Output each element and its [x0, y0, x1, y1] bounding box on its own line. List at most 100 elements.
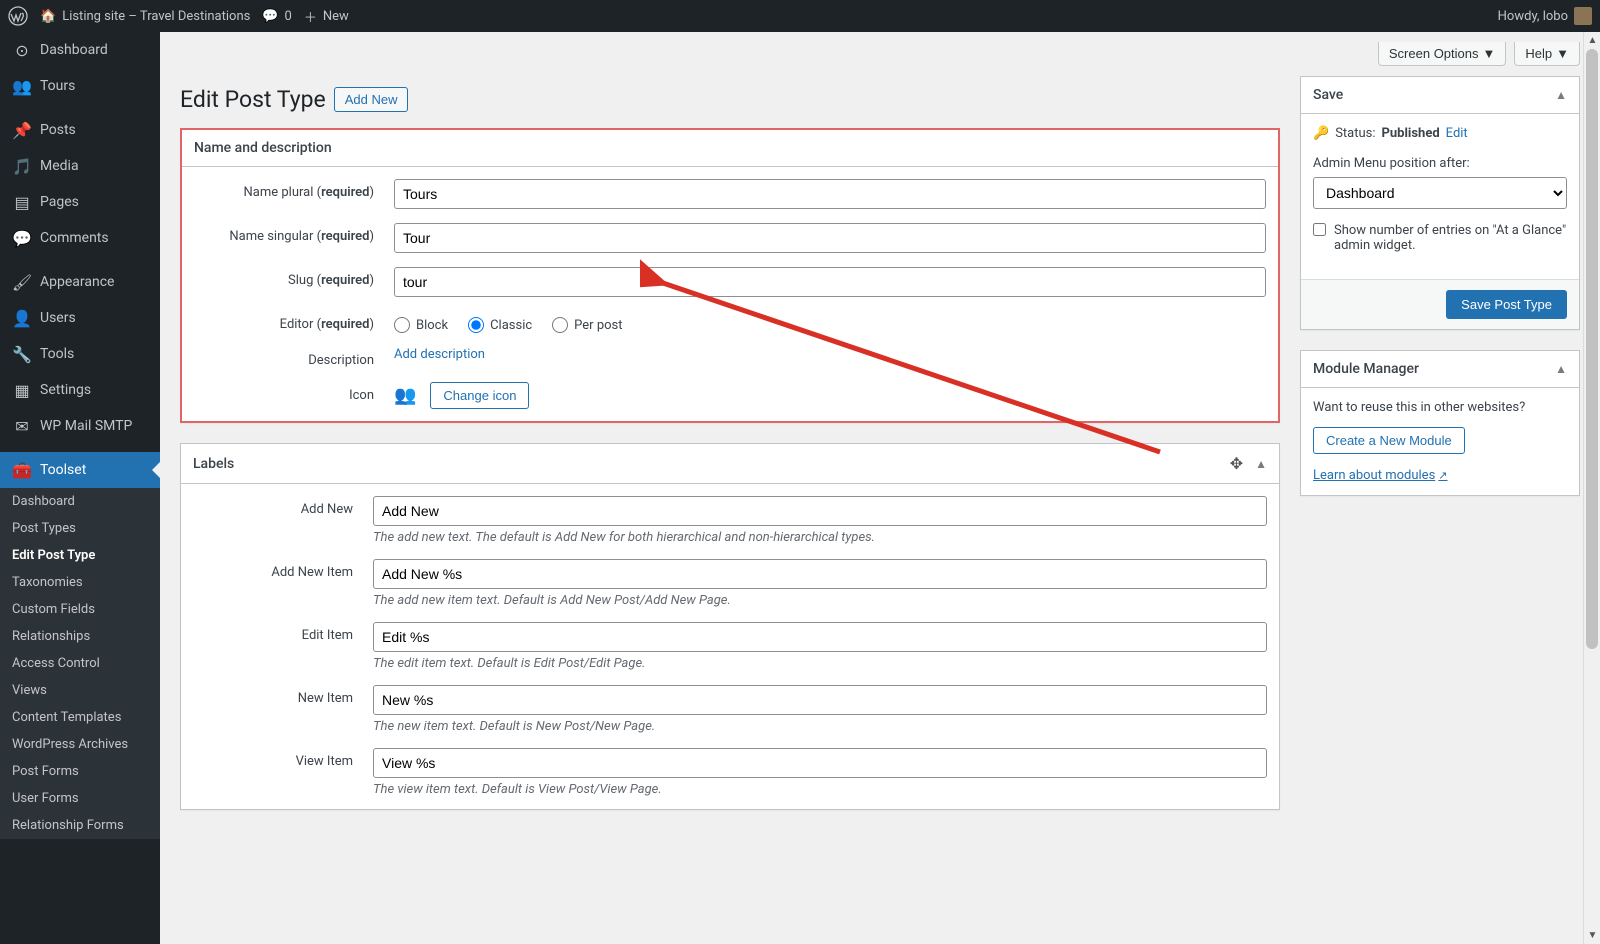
- site-name: Listing site – Travel Destinations: [62, 9, 250, 24]
- sidebar-item-media[interactable]: 🎵Media: [0, 148, 160, 184]
- collapse-toggle[interactable]: ▲: [1255, 457, 1267, 471]
- sub-post-forms[interactable]: Post Forms: [0, 758, 160, 785]
- current-icon: 👥: [394, 385, 416, 406]
- label-field-label: Edit Item: [193, 622, 373, 643]
- scrollbar-thumb[interactable]: [1586, 49, 1598, 649]
- sidebar-item-toolset[interactable]: 🧰Toolset: [0, 452, 160, 488]
- chevron-down-icon: ▼: [1556, 46, 1569, 61]
- slug-label: Slug (required): [194, 267, 394, 288]
- label-field-input[interactable]: [373, 496, 1267, 526]
- sub-relationship-forms[interactable]: Relationship Forms: [0, 812, 160, 839]
- label-row: Edit Item The edit item text. Default is…: [193, 622, 1267, 671]
- dashboard-icon: ⊙: [12, 40, 32, 60]
- label-field-input[interactable]: [373, 559, 1267, 589]
- sidebar-item-settings[interactable]: ▦Settings: [0, 372, 160, 408]
- label-field-desc: The view item text. Default is View Post…: [373, 782, 1267, 797]
- label-field-desc: The add new text. The default is Add New…: [373, 530, 1267, 545]
- comments-link[interactable]: 💬 0: [262, 9, 292, 24]
- wrench-icon: 🔧: [12, 344, 32, 364]
- scroll-up-arrow[interactable]: ▲: [1584, 32, 1600, 49]
- sub-custom-fields[interactable]: Custom Fields: [0, 596, 160, 623]
- icon-label: Icon: [194, 382, 394, 403]
- description-label: Description: [194, 347, 394, 368]
- sidebar-item-wpmail[interactable]: ✉WP Mail SMTP: [0, 408, 160, 444]
- change-icon-button[interactable]: Change icon: [430, 382, 529, 409]
- menu-position-select[interactable]: Dashboard: [1313, 177, 1567, 209]
- editor-classic-radio[interactable]: Classic: [468, 317, 532, 333]
- sub-post-types[interactable]: Post Types: [0, 515, 160, 542]
- collapse-toggle[interactable]: ▲: [1555, 88, 1567, 102]
- plus-icon: ＋: [304, 7, 317, 26]
- toolset-icon: 🧰: [12, 460, 32, 480]
- name-plural-input[interactable]: [394, 179, 1266, 209]
- sub-taxonomies[interactable]: Taxonomies: [0, 569, 160, 596]
- label-field-label: View Item: [193, 748, 373, 769]
- module-header[interactable]: Module Manager ▲: [1301, 351, 1579, 388]
- scrollbar[interactable]: ▲ ▼: [1583, 32, 1600, 944]
- admin-toolbar: 🏠 Listing site – Travel Destinations 💬 0…: [0, 0, 1600, 32]
- label-row: View Item The view item text. Default is…: [193, 748, 1267, 797]
- home-icon: 🏠: [40, 9, 56, 24]
- sidebar-item-dashboard[interactable]: ⊙Dashboard: [0, 32, 160, 68]
- media-icon: 🎵: [12, 156, 32, 176]
- sub-relationships[interactable]: Relationships: [0, 623, 160, 650]
- label-field-input[interactable]: [373, 748, 1267, 778]
- sub-access-control[interactable]: Access Control: [0, 650, 160, 677]
- slug-input[interactable]: [394, 267, 1266, 297]
- sidebar-item-tools[interactable]: 🔧Tools: [0, 336, 160, 372]
- label-field-input[interactable]: [373, 622, 1267, 652]
- editor-label: Editor (required): [194, 311, 394, 332]
- collapse-toggle[interactable]: ▲: [1555, 362, 1567, 376]
- reuse-text: Want to reuse this in other websites?: [1313, 400, 1567, 415]
- page-icon: ▤: [12, 192, 32, 212]
- comment-icon: 💬: [262, 9, 278, 24]
- save-post-type-button[interactable]: Save Post Type: [1446, 290, 1567, 319]
- edit-status-link[interactable]: Edit: [1446, 126, 1468, 141]
- new-content[interactable]: ＋ New: [304, 7, 349, 26]
- sub-wp-archives[interactable]: WordPress Archives: [0, 731, 160, 758]
- label-field-input[interactable]: [373, 685, 1267, 715]
- label-field-label: New Item: [193, 685, 373, 706]
- sidebar-item-tours[interactable]: 👥Tours: [0, 68, 160, 104]
- sub-views[interactable]: Views: [0, 677, 160, 704]
- scroll-down-arrow[interactable]: ▼: [1584, 927, 1600, 944]
- at-glance-checkbox[interactable]: Show number of entries on "At a Glance" …: [1313, 223, 1567, 253]
- move-icon[interactable]: ✥: [1230, 454, 1243, 473]
- module-manager-box: Module Manager ▲ Want to reuse this in o…: [1300, 350, 1580, 496]
- create-module-button[interactable]: Create a New Module: [1313, 427, 1465, 454]
- howdy-link[interactable]: Howdy, lobo: [1498, 7, 1592, 25]
- name-singular-input[interactable]: [394, 223, 1266, 253]
- save-header[interactable]: Save ▲: [1301, 77, 1579, 114]
- site-home-link[interactable]: 🏠 Listing site – Travel Destinations: [40, 9, 250, 24]
- wp-logo[interactable]: [8, 6, 28, 26]
- chevron-down-icon: ▼: [1483, 46, 1496, 61]
- sub-user-forms[interactable]: User Forms: [0, 785, 160, 812]
- label-row: Add New The add new text. The default is…: [193, 496, 1267, 545]
- sidebar-item-posts[interactable]: 📌Posts: [0, 112, 160, 148]
- learn-modules-link[interactable]: Learn about modules: [1313, 468, 1448, 483]
- sidebar-item-users[interactable]: 👤Users: [0, 300, 160, 336]
- groups-icon: 👥: [12, 76, 32, 96]
- name-description-box: Name and description Name plural (requir…: [180, 128, 1280, 423]
- page-title: Edit Post Type Add New: [180, 86, 1280, 113]
- labels-header[interactable]: Labels ✥ ▲: [181, 444, 1279, 484]
- name-singular-label: Name singular (required): [194, 223, 394, 244]
- labels-box: Labels ✥ ▲ Add New The add new text. The…: [180, 443, 1280, 810]
- sub-edit-post-type[interactable]: Edit Post Type: [0, 542, 160, 569]
- screen-options-button[interactable]: Screen Options ▼: [1378, 42, 1506, 66]
- sidebar-item-pages[interactable]: ▤Pages: [0, 184, 160, 220]
- editor-block-radio[interactable]: Block: [394, 317, 448, 333]
- sub-dashboard[interactable]: Dashboard: [0, 488, 160, 515]
- sidebar-item-appearance[interactable]: 🖌Appearance: [0, 264, 160, 300]
- user-icon: 👤: [12, 308, 32, 328]
- label-row: Add New Item The add new item text. Defa…: [193, 559, 1267, 608]
- editor-perpost-radio[interactable]: Per post: [552, 317, 622, 333]
- add-description-link[interactable]: Add description: [394, 347, 485, 362]
- add-new-button[interactable]: Add New: [334, 87, 409, 112]
- label-row: New Item The new item text. Default is N…: [193, 685, 1267, 734]
- sub-content-templates[interactable]: Content Templates: [0, 704, 160, 731]
- help-button[interactable]: Help ▼: [1514, 42, 1580, 66]
- label-field-desc: The new item text. Default is New Post/N…: [373, 719, 1267, 734]
- sidebar-item-comments[interactable]: 💬Comments: [0, 220, 160, 256]
- mail-icon: ✉: [12, 416, 32, 436]
